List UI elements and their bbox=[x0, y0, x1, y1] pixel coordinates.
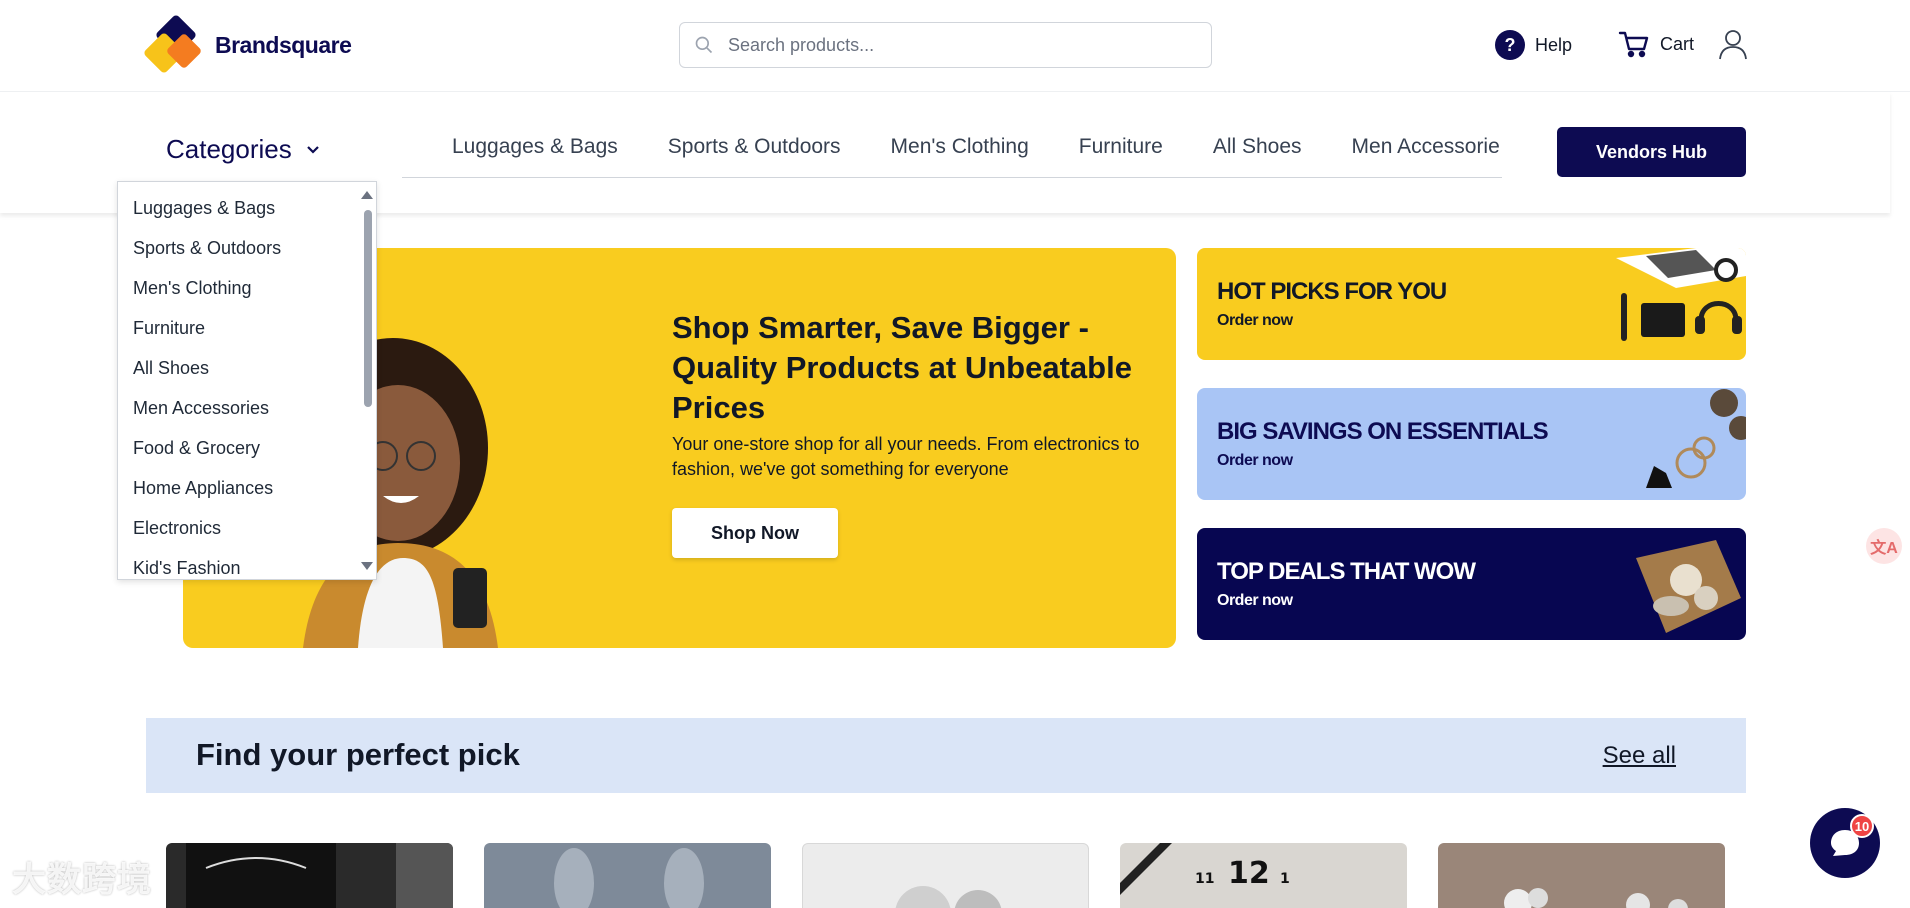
product-card-humidifier[interactable] bbox=[484, 843, 771, 908]
site-header: Brandsquare ? Help Cart bbox=[0, 0, 1910, 92]
nav-link-furniture[interactable]: Furniture bbox=[1079, 122, 1163, 172]
promo-title: TOP DEALS THAT WOW bbox=[1217, 558, 1476, 585]
promo-title: BIG SAVINGS ON ESSENTIALS bbox=[1217, 418, 1549, 445]
watermark-logo: 大数跨境 bbox=[12, 861, 152, 899]
promo-big-savings[interactable]: BIG SAVINGS ON ESSENTIALS Order now bbox=[1197, 388, 1746, 500]
product-image bbox=[186, 843, 453, 908]
nav-link-men-accessories[interactable]: Men Accessorie bbox=[1352, 122, 1500, 172]
product-card-wall-decor[interactable] bbox=[802, 843, 1089, 908]
scroll-thumb[interactable] bbox=[364, 210, 372, 407]
search-input[interactable] bbox=[728, 34, 1188, 56]
dropdown-item-mens-clothing[interactable]: Men's Clothing bbox=[118, 268, 376, 308]
dropdown-item-home-appliances[interactable]: Home Appliances bbox=[118, 468, 376, 508]
dropdown-item-sports-outdoors[interactable]: Sports & Outdoors bbox=[118, 228, 376, 268]
svg-text:1: 1 bbox=[1280, 871, 1290, 887]
product-image bbox=[1504, 888, 1688, 908]
nav-link-sports-outdoors[interactable]: Sports & Outdoors bbox=[668, 122, 841, 172]
help-link[interactable]: ? Help bbox=[1495, 30, 1572, 60]
dropdown-item-food-grocery[interactable]: Food & Grocery bbox=[118, 428, 376, 468]
translate-icon[interactable]: 文A bbox=[1866, 528, 1902, 564]
hero-subtitle: Your one-store shop for all your needs. … bbox=[672, 434, 1140, 479]
help-label: Help bbox=[1535, 34, 1573, 55]
promo-order-now[interactable]: Order now bbox=[1217, 592, 1293, 610]
categories-label: Categories bbox=[166, 134, 292, 164]
svg-text:12: 12 bbox=[1228, 856, 1270, 891]
shop-now-button[interactable]: Shop Now bbox=[672, 508, 838, 558]
promo-top-deals[interactable]: TOP DEALS THAT WOW Order now bbox=[1197, 528, 1746, 640]
vendors-hub-button[interactable]: Vendors Hub bbox=[1557, 127, 1746, 177]
product-image: 1211 1 bbox=[1120, 843, 1290, 895]
logo-mark-icon bbox=[142, 13, 207, 75]
product-image bbox=[554, 848, 704, 908]
promo-title: HOT PICKS FOR YOU bbox=[1217, 278, 1447, 305]
dropdown-item-furniture[interactable]: Furniture bbox=[118, 308, 376, 348]
categories-dropdown-menu: Luggages & Bags Sports & Outdoors Men's … bbox=[117, 181, 377, 580]
gadgets-image bbox=[1616, 248, 1746, 341]
chevron-down-icon bbox=[306, 145, 319, 154]
promo-order-now[interactable]: Order now bbox=[1217, 312, 1293, 330]
chat-notification-badge: 10 bbox=[1850, 814, 1874, 838]
dropdown-item-electronics[interactable]: Electronics bbox=[118, 508, 376, 548]
dropdown-scrollbar[interactable] bbox=[360, 182, 376, 579]
find-perfect-pick-section: Find your perfect pick See all bbox=[146, 718, 1746, 793]
basket-image bbox=[1636, 540, 1741, 633]
categories-dropdown-toggle[interactable]: Categories bbox=[166, 134, 320, 165]
promo-order-now[interactable]: Order now bbox=[1217, 452, 1293, 470]
scroll-up-arrow-icon[interactable] bbox=[361, 191, 373, 199]
promo-hot-picks[interactable]: HOT PICKS FOR YOU Order now bbox=[1197, 248, 1746, 360]
accessories-image bbox=[1646, 389, 1746, 488]
cart-link[interactable]: Cart bbox=[1618, 30, 1694, 58]
help-icon: ? bbox=[1495, 30, 1525, 60]
dropdown-item-kids-fashion[interactable]: Kid's Fashion bbox=[118, 548, 376, 579]
nav-link-all-shoes[interactable]: All Shoes bbox=[1213, 122, 1302, 172]
product-image bbox=[895, 886, 1002, 908]
user-account-icon[interactable] bbox=[1718, 28, 1748, 60]
svg-text:11: 11 bbox=[1195, 871, 1214, 887]
category-links: Luggages & Bags Sports & Outdoors Men's Cl… bbox=[402, 122, 1502, 178]
product-card-tshirt[interactable] bbox=[166, 843, 453, 908]
see-all-link[interactable]: See all bbox=[1603, 742, 1676, 770]
product-card-wall-clock[interactable]: 12 11 1 bbox=[1120, 843, 1407, 908]
dropdown-item-all-shoes[interactable]: All Shoes bbox=[118, 348, 376, 388]
dropdown-item-men-accessories[interactable]: Men Accessories bbox=[118, 388, 376, 428]
cart-label: Cart bbox=[1660, 33, 1695, 54]
nav-link-mens-clothing[interactable]: Men's Clothing bbox=[891, 122, 1029, 172]
cart-icon bbox=[1618, 31, 1649, 58]
brand-logo[interactable]: Brandsquare bbox=[142, 13, 352, 75]
product-card-mirrors[interactable] bbox=[1438, 843, 1725, 908]
search-bar[interactable] bbox=[679, 22, 1212, 68]
section-title: Find your perfect pick bbox=[196, 737, 520, 772]
scroll-down-arrow-icon[interactable] bbox=[361, 562, 373, 570]
search-icon bbox=[695, 36, 713, 54]
nav-link-luggages-bags[interactable]: Luggages & Bags bbox=[452, 122, 618, 172]
dropdown-item-luggages-bags[interactable]: Luggages & Bags bbox=[118, 188, 376, 228]
brand-name: Brandsquare bbox=[215, 31, 352, 58]
hero-title: Shop Smarter, Save Bigger - Quality Prod… bbox=[672, 310, 1132, 425]
